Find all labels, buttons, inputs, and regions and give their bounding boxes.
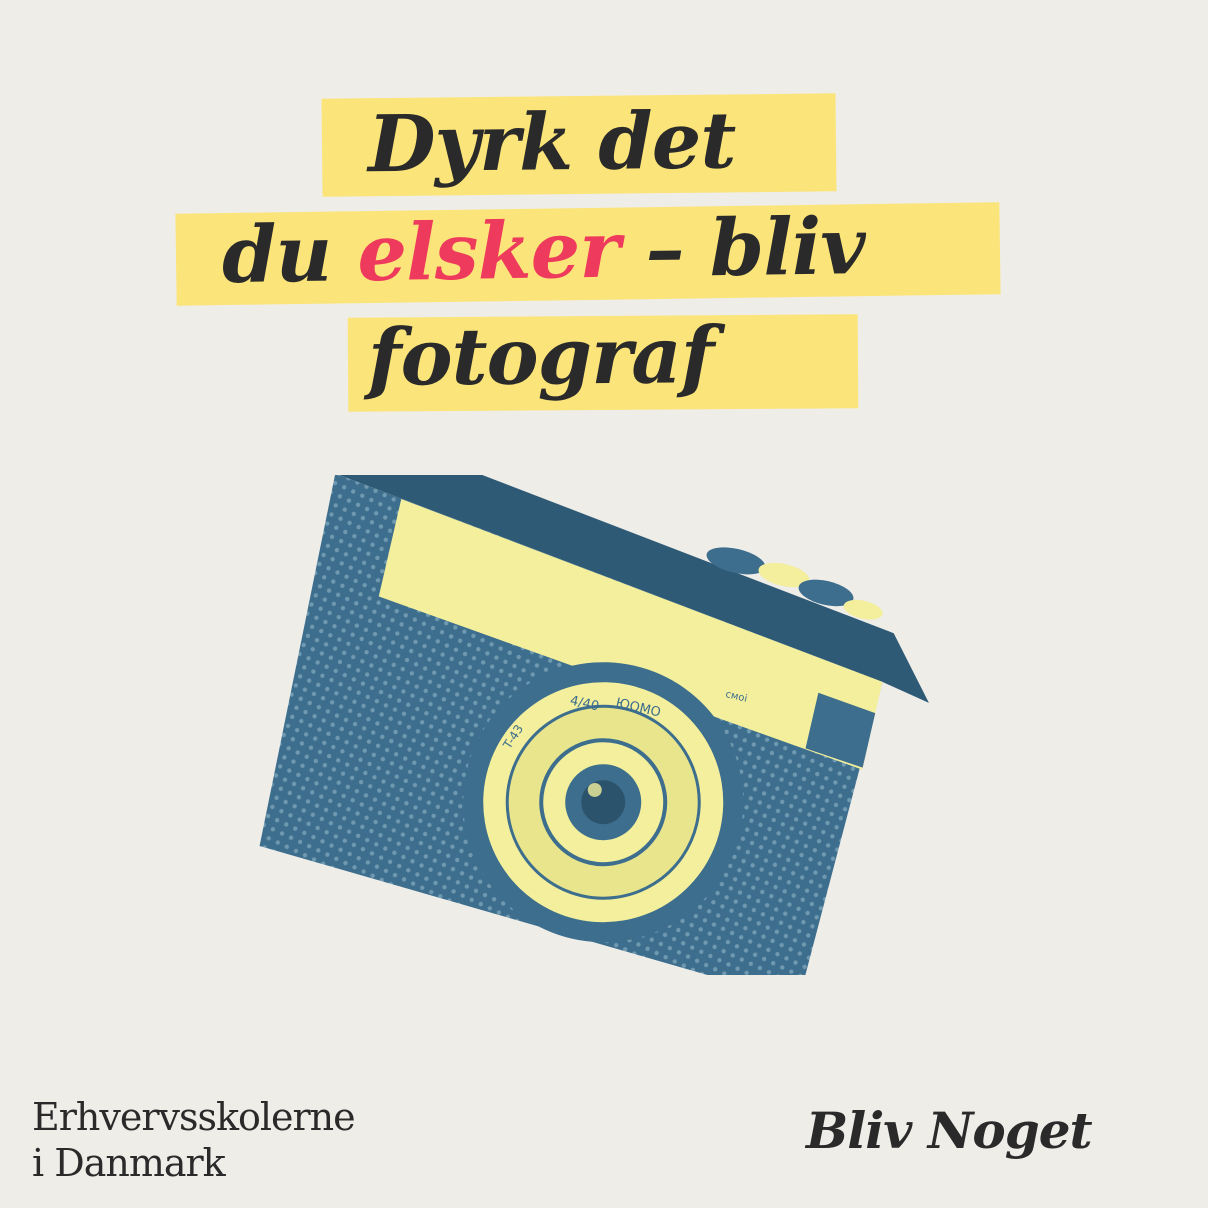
tagline: Bliv Noget: [806, 1101, 1093, 1160]
headline-text-before: du: [221, 208, 359, 302]
camera-icon: смоі 4/40 ЮОМО T-43: [259, 475, 929, 975]
organization-name: Erhvervsskolerne i Danmark: [32, 1094, 356, 1186]
headline-line-3: fotograf: [347, 310, 859, 412]
headline-line-2-text: du elsker – bliv: [221, 201, 865, 301]
headline-accent-word: elsker: [356, 204, 620, 300]
organization-name-line-2: i Danmark: [32, 1141, 226, 1185]
headline: Dyrk det du elsker – bliv fotograf: [0, 0, 1208, 440]
headline-line-1: Dyrk det: [321, 93, 837, 197]
headline-line-3-text: fotograf: [367, 310, 714, 404]
organization-name-line-1: Erhvervsskolerne: [32, 1095, 356, 1139]
headline-text-after: – bliv: [618, 201, 866, 296]
headline-line-1-text: Dyrk det: [367, 95, 736, 191]
headline-line-2: du elsker – bliv: [175, 201, 1001, 306]
